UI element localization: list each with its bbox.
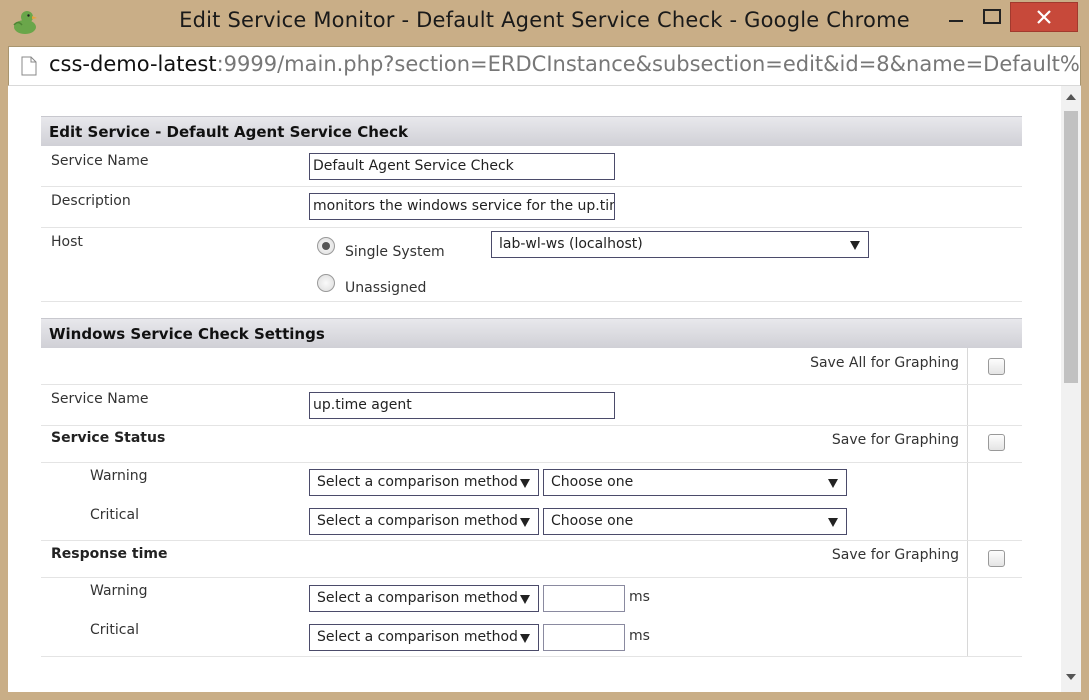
value-select-text: Choose one: [551, 474, 634, 490]
comparison-select-value: Select a comparison method: [317, 629, 518, 645]
row-divider: [41, 425, 1022, 426]
maximize-icon: [983, 9, 1001, 24]
windows-service-name-label: Service Name: [51, 391, 149, 407]
dropdown-arrow-icon: [828, 479, 838, 488]
save-all-graphing-label: Save All for Graphing: [810, 355, 959, 371]
response-time-critical-unit: ms: [629, 628, 650, 644]
window-titlebar: Edit Service Monitor - Default Agent Ser…: [0, 0, 1089, 46]
scrollbar-thumb[interactable]: [1064, 111, 1078, 383]
scroll-down-arrow-icon[interactable]: [1066, 674, 1076, 680]
comparison-select-value: Select a comparison method: [317, 513, 518, 529]
service-status-warning-label: Warning: [90, 468, 148, 484]
column-divider: [967, 348, 968, 656]
response-time-warning-label: Warning: [90, 583, 148, 599]
settings-header: Windows Service Check Settings: [41, 318, 1022, 348]
row-divider: [41, 540, 1022, 541]
page-viewport: Edit Service - Default Agent Service Che…: [8, 86, 1081, 692]
response-time-label: Response time: [51, 546, 168, 562]
maximize-button[interactable]: [974, 2, 1010, 32]
row-divider: [41, 462, 1022, 463]
service-status-critical-value-select[interactable]: Choose one: [543, 508, 847, 535]
dropdown-arrow-icon: [520, 595, 530, 604]
service-status-warning-value-select[interactable]: Choose one: [543, 469, 847, 496]
service-name-input[interactable]: Default Agent Service Check: [309, 153, 615, 180]
unassigned-label: Unassigned: [345, 280, 427, 296]
scroll-up-arrow-icon[interactable]: [1066, 94, 1076, 100]
host-label: Host: [51, 234, 83, 250]
close-icon: [1037, 10, 1051, 24]
response-time-graphing-checkbox[interactable]: [988, 550, 1005, 567]
url-host: css-demo-latest: [49, 52, 217, 76]
response-time-critical-label: Critical: [90, 622, 139, 638]
page-icon: [21, 56, 37, 76]
row-divider: [41, 577, 1022, 578]
description-label: Description: [51, 193, 131, 209]
single-system-radio[interactable]: [317, 237, 335, 255]
response-time-warning-input[interactable]: [543, 585, 625, 612]
service-status-graphing-label: Save for Graphing: [831, 432, 959, 448]
service-status-critical-comparison-select[interactable]: Select a comparison method: [309, 508, 539, 535]
window-title: Edit Service Monitor - Default Agent Ser…: [179, 8, 910, 32]
response-time-warning-unit: ms: [629, 589, 650, 605]
url-text: css-demo-latest:9999/main.php?section=ER…: [49, 52, 1079, 76]
response-time-warning-comparison-select[interactable]: Select a comparison method: [309, 585, 539, 612]
service-status-warning-comparison-select[interactable]: Select a comparison method: [309, 469, 539, 496]
comparison-select-value: Select a comparison method: [317, 474, 518, 490]
single-system-label: Single System: [345, 244, 445, 260]
comparison-select-value: Select a comparison method: [317, 590, 518, 606]
dropdown-arrow-icon: [520, 634, 530, 643]
dropdown-arrow-icon: [520, 518, 530, 527]
unassigned-radio[interactable]: [317, 274, 335, 292]
address-bar[interactable]: css-demo-latest:9999/main.php?section=ER…: [8, 46, 1081, 86]
url-path: :9999/main.php?section=ERDCInstance&subs…: [216, 52, 1079, 76]
row-divider: [41, 384, 1022, 385]
service-status-label: Service Status: [51, 430, 166, 446]
windows-service-name-input[interactable]: up.time agent: [309, 392, 615, 419]
description-input[interactable]: monitors the windows service for the up.…: [309, 193, 615, 220]
row-divider: [41, 186, 1022, 187]
close-button[interactable]: [1010, 2, 1078, 32]
value-select-text: Choose one: [551, 513, 634, 529]
dropdown-arrow-icon: [850, 241, 860, 250]
minimize-icon: [949, 20, 963, 22]
row-divider: [41, 227, 1022, 228]
service-status-graphing-checkbox[interactable]: [988, 434, 1005, 451]
host-select-value: lab-wl-ws (localhost): [499, 236, 643, 252]
dropdown-arrow-icon: [828, 518, 838, 527]
host-select[interactable]: lab-wl-ws (localhost): [491, 231, 869, 258]
response-time-critical-input[interactable]: [543, 624, 625, 651]
row-divider: [41, 656, 1022, 657]
response-time-graphing-label: Save for Graphing: [831, 547, 959, 563]
minimize-button[interactable]: [938, 2, 974, 32]
vertical-scrollbar[interactable]: [1061, 86, 1081, 692]
save-all-graphing-checkbox[interactable]: [988, 358, 1005, 375]
dropdown-arrow-icon: [520, 479, 530, 488]
edit-service-header: Edit Service - Default Agent Service Che…: [41, 116, 1022, 146]
service-name-label: Service Name: [51, 153, 149, 169]
service-status-critical-label: Critical: [90, 507, 139, 523]
response-time-critical-comparison-select[interactable]: Select a comparison method: [309, 624, 539, 651]
row-divider: [41, 301, 1022, 302]
